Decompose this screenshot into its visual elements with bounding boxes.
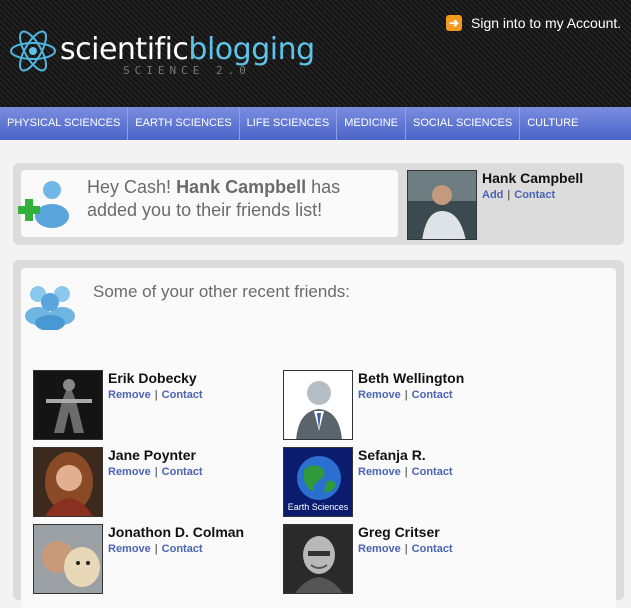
friend-actions: Remove | Contact [108,389,203,401]
avatar[interactable] [283,370,353,440]
contact-link[interactable]: Contact [162,466,203,478]
contact-link[interactable]: Contact [412,543,453,555]
person-photo-icon [34,448,102,516]
site-header: scientificblogging SCIENCE 2.0 ➔ Sign in… [0,0,631,107]
nav-item-physical-sciences[interactable]: PHYSICAL SCIENCES [0,107,129,140]
contact-link[interactable]: Contact [412,466,453,478]
profile-actions: Add | Contact [482,189,555,201]
nav-item-culture[interactable]: CULTURE [520,107,585,140]
friend-name[interactable]: Jonathon D. Colman [108,524,244,540]
atom-logo-icon [10,30,56,72]
add-link[interactable]: Add [482,189,503,201]
logo-wordmark: scientificblogging [60,32,315,67]
logo-main-text: scientific [60,32,189,67]
friend-actions: Remove | Contact [108,543,203,555]
avatar[interactable] [283,524,353,594]
contact-link[interactable]: Contact [514,189,555,201]
friend-name[interactable]: Sefanja R. [358,447,426,463]
friend-name[interactable]: Greg Critser [358,524,440,540]
person-photo-icon [34,371,102,439]
signin-link[interactable]: ➔ Sign into to my Account. [446,15,621,31]
logo-accent-text: blogging [188,32,315,67]
avatar[interactable] [33,524,103,594]
nav-item-social-sciences[interactable]: SOCIAL SCIENCES [406,107,521,140]
divider: | [154,466,158,478]
avatar[interactable]: Earth Sciences [283,447,353,517]
friend-name[interactable]: Jane Poynter [108,447,196,463]
divider: | [404,466,408,478]
friend-actions: Remove | Contact [108,466,203,478]
friend-actions: Remove | Contact [358,466,453,478]
remove-link[interactable]: Remove [108,466,151,478]
nav-item-life-sciences[interactable]: LIFE SCIENCES [240,107,338,140]
remove-link[interactable]: Remove [108,389,151,401]
recent-friends-heading: Some of your other recent friends: [93,282,351,301]
person-photo-icon [284,525,352,593]
person-photo-icon [408,171,476,239]
signin-label: Sign into to my Account. [471,15,622,31]
contact-link[interactable]: Contact [162,543,203,555]
arrow-right-icon: ➔ [446,15,462,31]
nav-item-earth-sciences[interactable]: EARTH SCIENCES [128,107,240,140]
avatar[interactable] [407,170,477,240]
contact-link[interactable]: Contact [162,389,203,401]
remove-link[interactable]: Remove [358,466,401,478]
main-nav: PHYSICAL SCIENCES EARTH SCIENCES LIFE SC… [0,107,631,140]
divider: | [404,543,408,555]
profile-name[interactable]: Hank Campbell [482,170,583,186]
avatar[interactable] [33,447,103,517]
divider: | [154,389,158,401]
greeting-text: Hey Cash! [87,177,172,197]
person-photo-icon [34,525,102,593]
divider: | [154,543,158,555]
businessman-icon [284,371,352,439]
site-logo[interactable]: scientificblogging SCIENCE 2.0 [8,26,315,77]
friend-actions: Remove | Contact [358,543,453,555]
add-friend-icon [18,181,69,228]
friend-name-text[interactable]: Hank Campbell [176,177,306,197]
remove-link[interactable]: Remove [108,543,151,555]
nav-item-medicine[interactable]: MEDICINE [337,107,406,140]
friends-group-icon [25,286,75,330]
avatar[interactable] [33,370,103,440]
logo-tagline: SCIENCE 2.0 [123,64,251,77]
contact-link[interactable]: Contact [412,389,453,401]
divider: | [507,189,511,201]
friend-actions: Remove | Contact [358,389,453,401]
remove-link[interactable]: Remove [358,543,401,555]
friend-added-message: Hey Cash! Hank Campbell has added you to… [87,176,377,222]
remove-link[interactable]: Remove [358,389,401,401]
avatar-caption: Earth Sciences [287,502,349,512]
friend-name[interactable]: Beth Wellington [358,370,464,386]
friend-name[interactable]: Erik Dobecky [108,370,197,386]
divider: | [404,389,408,401]
